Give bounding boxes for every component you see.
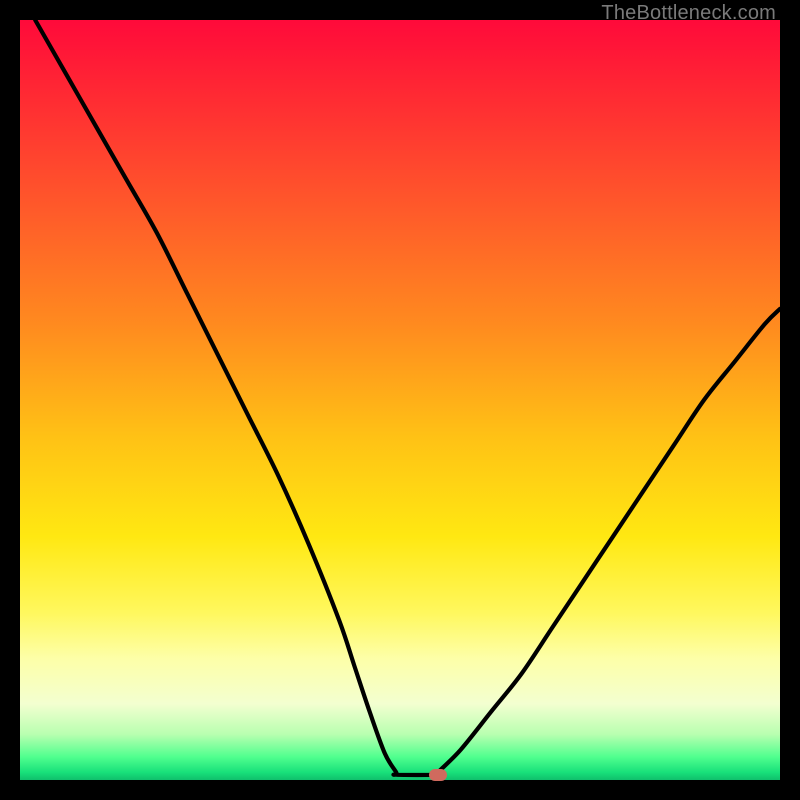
bottleneck-curve (35, 20, 780, 775)
optimal-point-marker (429, 769, 447, 781)
chart-frame: TheBottleneck.com (0, 0, 800, 800)
plot-area (20, 20, 780, 780)
curve-svg (20, 20, 780, 780)
